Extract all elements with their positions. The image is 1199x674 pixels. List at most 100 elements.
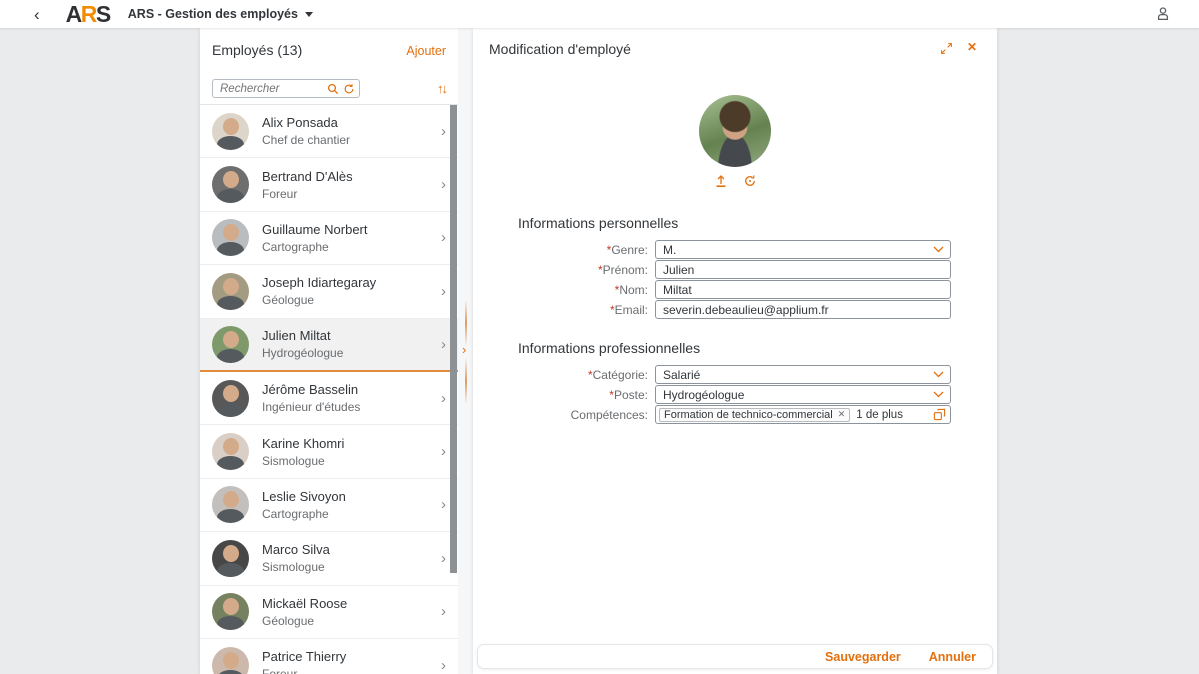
reset-photo-icon[interactable]: [743, 174, 757, 188]
genre-label: *Genre:: [473, 243, 655, 257]
back-icon[interactable]: ‹: [34, 6, 40, 23]
close-icon[interactable]: ✕: [967, 40, 977, 54]
chevron-down-icon: [933, 391, 944, 398]
employee-role: Cartographe: [262, 507, 346, 521]
employee-photo: [699, 95, 771, 167]
employee-list-item[interactable]: Karine Khomri Sismologue ›: [200, 425, 458, 478]
employee-name: Karine Khomri: [262, 436, 344, 451]
splitter-expand-icon[interactable]: ›: [462, 343, 466, 356]
email-label: *Email:: [473, 303, 655, 317]
employee-role: Cartographe: [262, 240, 368, 254]
avatar: [212, 219, 249, 256]
sort-icon[interactable]: ↑↓: [437, 81, 446, 96]
employee-name: Joseph Idiartegaray: [262, 275, 376, 290]
shell-bar: ‹ ARS ARS - Gestion des employés: [0, 0, 1199, 28]
list-chevron-icon: ›: [441, 229, 446, 246]
avatar: [212, 647, 249, 674]
detail-footer: Sauvegarder Annuler: [477, 644, 993, 669]
categorie-label: *Catégorie:: [473, 368, 655, 382]
list-chevron-icon: ›: [441, 496, 446, 513]
employee-name: Marco Silva: [262, 542, 330, 557]
search-input[interactable]: [213, 83, 323, 95]
refresh-icon[interactable]: [343, 83, 355, 95]
employee-list-item[interactable]: Bertrand D'Alès Foreur ›: [200, 158, 458, 211]
employee-detail-panel: Modification d'employé ✕ Informations pe…: [473, 28, 997, 674]
employee-role: Sismologue: [262, 454, 344, 468]
photo-actions: [473, 174, 997, 188]
employee-role: Géologue: [262, 614, 347, 628]
avatar: [212, 166, 249, 203]
employee-name: Jérôme Basselin: [262, 382, 360, 397]
more-tokens-label: 1 de plus: [856, 409, 903, 421]
list-chevron-icon: ›: [441, 390, 446, 407]
cancel-button[interactable]: Annuler: [929, 650, 976, 664]
list-chevron-icon: ›: [441, 336, 446, 353]
add-employee-button[interactable]: Ajouter: [406, 44, 446, 58]
employee-list-item[interactable]: Julien Miltat Hydrogéologue ›: [200, 319, 458, 372]
competences-field[interactable]: Formation de technico-commercial ✕ 1 de …: [655, 405, 951, 424]
employee-list-item[interactable]: Leslie Sivoyon Cartographe ›: [200, 479, 458, 532]
caret-down-icon: [305, 12, 313, 17]
genre-select[interactable]: M.: [655, 240, 951, 259]
employee-list-item[interactable]: Mickaël Roose Géologue ›: [200, 586, 458, 639]
employee-list-item[interactable]: Guillaume Norbert Cartographe ›: [200, 212, 458, 265]
employee-name: Leslie Sivoyon: [262, 489, 346, 504]
employee-name: Mickaël Roose: [262, 596, 347, 611]
nom-label: *Nom:: [473, 283, 655, 297]
employee-name: Patrice Thierry: [262, 649, 346, 664]
avatar: [212, 380, 249, 417]
employee-role: Ingénieur d'études: [262, 400, 360, 414]
avatar: [212, 593, 249, 630]
list-title: Employés (13): [212, 42, 302, 58]
splitter-grip: [465, 300, 467, 346]
avatar: [212, 540, 249, 577]
avatar: [212, 326, 249, 363]
save-button[interactable]: Sauvegarder: [825, 650, 901, 664]
list-chevron-icon: ›: [441, 123, 446, 140]
employee-list-item[interactable]: Patrice Thierry Foreur ›: [200, 639, 458, 674]
avatar: [212, 113, 249, 150]
section-personal-title: Informations personnelles: [518, 215, 678, 231]
list-toolbar: ↑↓: [200, 76, 458, 105]
employee-role: Hydrogéologue: [262, 346, 343, 360]
app-title: ARS - Gestion des employés: [128, 7, 298, 21]
list-chevron-icon: ›: [441, 550, 446, 567]
search-field[interactable]: [212, 79, 360, 98]
list-chevron-icon: ›: [441, 443, 446, 460]
ars-logo: ARS: [66, 3, 110, 26]
employee-role: Foreur: [262, 667, 346, 674]
employee-role: Géologue: [262, 293, 376, 307]
avatar: [212, 273, 249, 310]
prenom-input[interactable]: [655, 260, 951, 279]
chevron-down-icon: [933, 246, 944, 253]
upload-photo-icon[interactable]: [714, 174, 728, 188]
employee-list-item[interactable]: Alix Ponsada Chef de chantier ›: [200, 105, 458, 158]
email-input[interactable]: [655, 300, 951, 319]
employee-list-item[interactable]: Jérôme Basselin Ingénieur d'études ›: [200, 372, 458, 425]
list-chevron-icon: ›: [441, 283, 446, 300]
categorie-select[interactable]: Salarié: [655, 365, 951, 384]
app-title-menu[interactable]: ARS - Gestion des employés: [128, 7, 313, 21]
panel-splitter[interactable]: ›: [458, 28, 473, 674]
user-profile-icon[interactable]: [1155, 6, 1171, 22]
search-icon[interactable]: [327, 83, 339, 95]
competences-label: Compétences:: [473, 408, 655, 422]
list-chevron-icon: ›: [441, 657, 446, 674]
prenom-label: *Prénom:: [473, 263, 655, 277]
employee-role: Foreur: [262, 187, 353, 201]
value-help-icon[interactable]: [933, 408, 946, 421]
competence-token[interactable]: Formation de technico-commercial ✕: [659, 408, 850, 422]
employee-name: Bertrand D'Alès: [262, 169, 353, 184]
token-remove-icon[interactable]: ✕: [838, 409, 846, 420]
employee-list-item[interactable]: Marco Silva Sismologue ›: [200, 532, 458, 585]
employee-list-item[interactable]: Joseph Idiartegaray Géologue ›: [200, 265, 458, 318]
poste-select[interactable]: Hydrogéologue: [655, 385, 951, 404]
nom-input[interactable]: [655, 280, 951, 299]
list-scrollbar[interactable]: [450, 105, 457, 573]
list-chevron-icon: ›: [441, 176, 446, 193]
employee-name: Julien Miltat: [262, 328, 343, 343]
splitter-grip: [465, 358, 467, 404]
avatar: [212, 486, 249, 523]
employee-name: Guillaume Norbert: [262, 222, 368, 237]
fullscreen-icon[interactable]: [940, 42, 953, 55]
